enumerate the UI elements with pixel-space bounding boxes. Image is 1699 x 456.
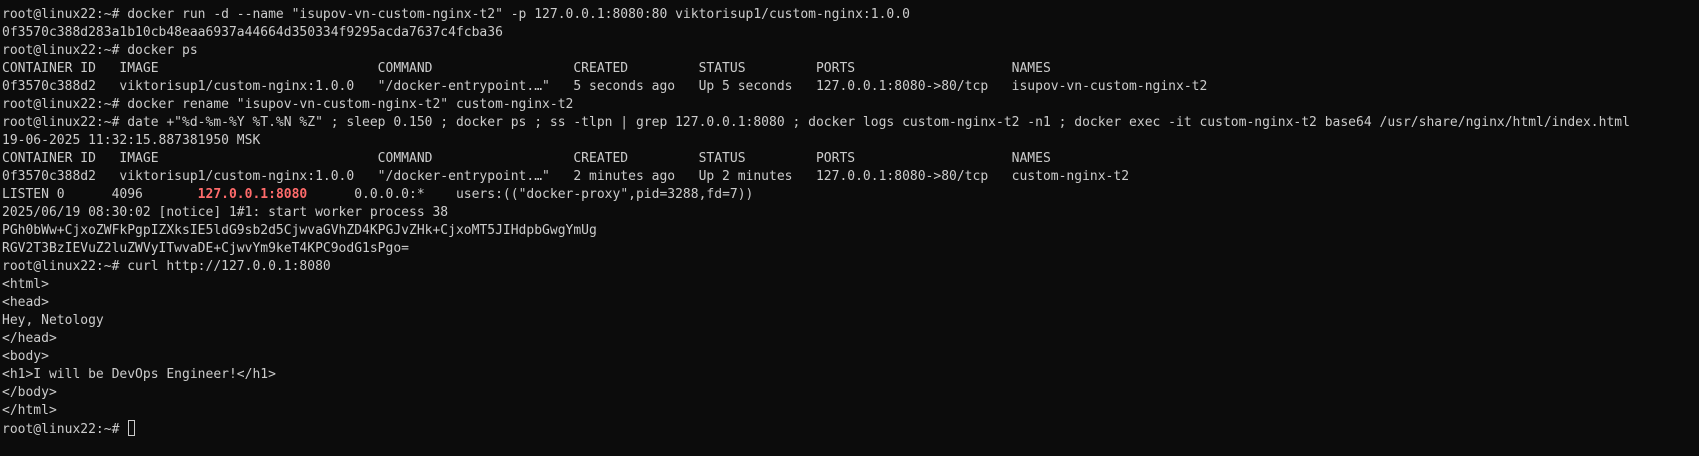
output-line: <head> (2, 295, 49, 310)
output-line: <html> (2, 277, 49, 292)
output-line: CONTAINER ID IMAGE COMMAND CREATED STATU… (2, 61, 1051, 76)
output-line: 0f3570c388d2 viktorisup1/custom-nginx:1.… (2, 169, 1130, 184)
output-line: </html> (2, 403, 57, 418)
output-line: <h1>I will be DevOps Engineer!</h1> (2, 367, 276, 382)
output-line: 0f3570c388d2 viktorisup1/custom-nginx:1.… (2, 79, 1208, 94)
prompt-line[interactable]: root@linux22:~# (2, 420, 1699, 438)
listen-line-suffix: 0.0.0.0:* users:(("docker-proxy",pid=328… (307, 187, 754, 202)
terminal-window[interactable]: root@linux22:~# docker run -d --name "is… (0, 0, 1699, 456)
output-line: <body> (2, 349, 49, 364)
output-line: RGV2T3BzIEVuZ2luZWVyITwvaDE+CjwvYm9keT4K… (2, 241, 409, 256)
output-line: </head> (2, 331, 57, 346)
output-line: root@linux22:~# docker ps (2, 43, 198, 58)
output-line: 2025/06/19 08:30:02 [notice] 1#1: start … (2, 205, 449, 220)
output-line: </body> (2, 385, 57, 400)
output-line: root@linux22:~# curl http://127.0.0.1:80… (2, 259, 331, 274)
output-line: root@linux22:~# date +"%d-%m-%Y %T.%N %Z… (2, 115, 1630, 130)
output-line: PGh0bWw+CjxoZWFkPgpIZXksIE5ldG9sb2d5Cjwv… (2, 223, 597, 238)
output-line: 19-06-2025 11:32:15.887381950 MSK (2, 133, 261, 148)
output-line: CONTAINER ID IMAGE COMMAND CREATED STATU… (2, 151, 1051, 166)
shell-prompt: root@linux22:~# (2, 422, 128, 437)
output-line: 0f3570c388d283a1b10cb48eaa6937a44664d350… (2, 25, 503, 40)
listen-line: LISTEN 0 4096 127.0.0.1:8080 0.0.0.0:* u… (2, 186, 1699, 204)
listen-line-prefix: LISTEN 0 4096 (2, 187, 198, 202)
text-cursor[interactable] (128, 420, 136, 436)
output-line: root@linux22:~# docker run -d --name "is… (2, 7, 910, 22)
output-line: Hey, Netology (2, 313, 104, 328)
grep-match-highlight: 127.0.0.1:8080 (197, 187, 308, 202)
output-line: root@linux22:~# docker rename "isupov-vn… (2, 97, 574, 112)
